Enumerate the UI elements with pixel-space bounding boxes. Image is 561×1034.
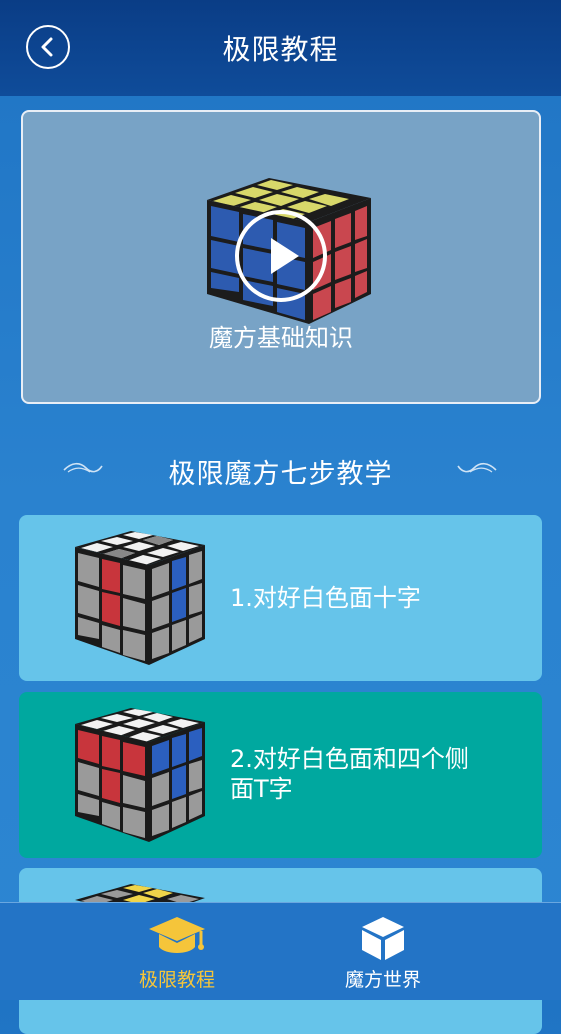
cube-step-2-image — [75, 708, 205, 842]
right-ornament-icon — [457, 462, 497, 473]
header-bar: 极限教程 — [0, 0, 561, 96]
graduation-cap-icon — [149, 917, 205, 953]
bottom-tab-bar: 极限教程 魔方世界 — [0, 902, 561, 1000]
step-card-1[interactable]: 1.对好白色面十字 — [19, 515, 542, 681]
play-icon — [271, 238, 299, 274]
tab-tutorial-label: 极限教程 — [138, 969, 215, 991]
step-label: 1.对好白色面十字 — [230, 584, 421, 612]
cube-icon — [362, 917, 404, 960]
step-card-2[interactable]: 2.对好白色面和四个侧 面T字 — [19, 692, 542, 858]
video-card-basics[interactable]: 魔方基础知识 — [21, 110, 541, 404]
step-label-line1: 2.对好白色面和四个侧 — [230, 745, 469, 773]
page-title: 极限教程 — [222, 33, 339, 66]
step-label: 2.对好白色面和四个侧 面T字 — [230, 744, 469, 804]
video-title: 魔方基础知识 — [209, 324, 353, 352]
tab-tutorial[interactable]: 极限教程 — [97, 903, 257, 1000]
tab-cube-world-label: 魔方世界 — [344, 969, 421, 991]
step-label-line2: 面T字 — [230, 775, 293, 803]
section-header: 极限魔方七步教学 — [0, 448, 561, 492]
play-button[interactable] — [235, 210, 327, 302]
tab-cube-world[interactable]: 魔方世界 — [303, 903, 463, 1000]
cube-step-1-image — [75, 531, 205, 665]
